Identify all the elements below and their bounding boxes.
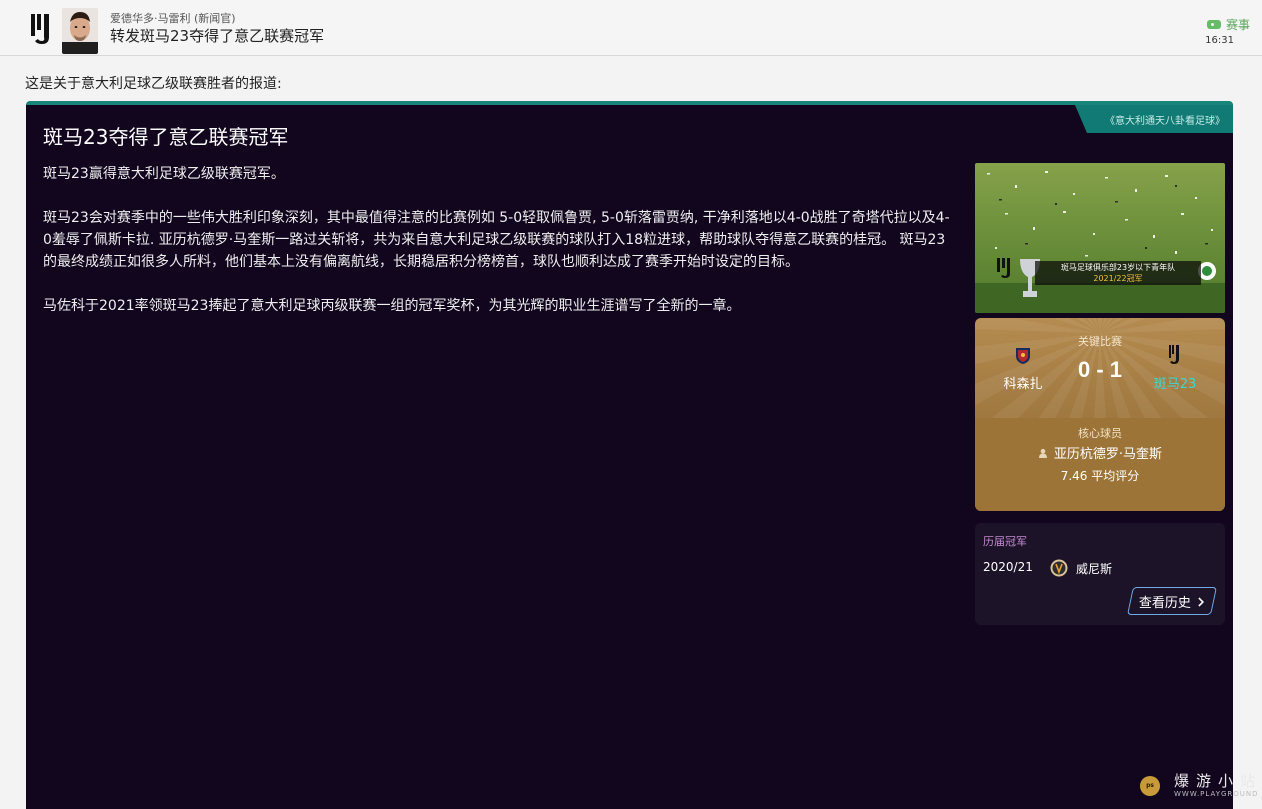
key-match-label: 关键比赛 (1078, 335, 1122, 348)
news-paragraph: 斑马23会对赛季中的一些伟大胜利印象深刻，其中最值得注意的比赛例如 5-0轻取佩… (43, 210, 950, 270)
trophy-celebration-image: 斑马足球俱乐部23岁以下青年队 2021/22冠军 (975, 163, 1225, 313)
stadium-pitch-icon (975, 163, 1225, 313)
tag-icon (1206, 20, 1221, 29)
message-subject: 转发斑马23夺得了意乙联赛冠军 (110, 27, 325, 45)
news-paragraph: 斑马23赢得意大利足球乙级联赛冠军。 (43, 166, 285, 182)
chevron-right-icon (1198, 596, 1205, 606)
news-source: 《意大利通天八卦看足球》 (1075, 105, 1233, 133)
view-history-label: 查看历史 (1138, 595, 1191, 611)
venezia-crest-icon (1050, 559, 1068, 577)
news-title: 斑马23夺得了意乙联赛冠军 (43, 125, 289, 149)
category-tag[interactable]: 赛事 (1206, 16, 1250, 33)
person-icon (1038, 448, 1047, 458)
watermark-badge-icon: ps (1140, 776, 1160, 796)
past-winner-club[interactable]: 威尼斯 (1076, 560, 1112, 577)
watermark-subtext: WWW.PLAYGROUND (1174, 790, 1259, 798)
view-history-button[interactable]: 查看历史 (1127, 587, 1217, 615)
trophy-caption-team: 斑马足球俱乐部23岁以下青年队 (1060, 263, 1176, 272)
intro-text: 这是关于意大利足球乙级联赛胜者的报道: (25, 76, 282, 92)
trophy-caption: 斑马足球俱乐部23岁以下青年队 2021/22冠军 (1035, 261, 1201, 285)
message-time: 16:31 (1205, 35, 1234, 46)
watermark-text: 爆游小站 (1174, 772, 1262, 790)
news-paragraph: 马佐科于2021率领斑马23捧起了意大利足球丙级联赛一组的冠军奖杯，为其光辉的职… (43, 298, 741, 314)
person-avatar-icon (62, 8, 98, 54)
away-team-name[interactable]: 斑马23 (1151, 373, 1199, 392)
key-player-label: 核心球员 (1078, 427, 1122, 440)
news-card: 《意大利通天八卦看足球》 斑马23夺得了意乙联赛冠军 斑马23赢得意大利足球乙级… (26, 101, 1233, 809)
key-player[interactable]: 亚历杭德罗·马奎斯 (975, 443, 1225, 462)
key-player-name[interactable]: 亚历杭德罗·马奎斯 (1054, 443, 1162, 462)
past-winners-panel: 历届冠军 2020/21 威尼斯 查看历史 (975, 523, 1225, 625)
past-winner-season: 2020/21 (983, 560, 1033, 574)
key-player-rating: 7.46 平均评分 (1060, 469, 1140, 483)
juventus-logo-icon (31, 14, 49, 44)
past-winners-title: 历届冠军 (983, 535, 1027, 548)
site-watermark: ps 爆游小站 WWW.PLAYGROUND (1138, 770, 1262, 806)
category-label: 赛事 (1225, 18, 1250, 32)
news-body: 斑马23赢得意大利足球乙级联赛冠军。 斑马23会对赛季中的一些伟大胜利印象深刻，… (43, 163, 958, 339)
trophy-caption-season: 2021/22冠军 (1093, 274, 1143, 283)
sender-name: 爱德华多·马雷利 (新闻官) (110, 12, 236, 25)
message-header: 爱德华多·马雷利 (新闻官) 转发斑马23夺得了意乙联赛冠军 赛事 16:31 (0, 0, 1262, 56)
key-match-panel[interactable]: 关键比赛 科森扎 0 - 1 斑马23 核心球员 亚历杭德罗·马奎斯 7.46 … (975, 318, 1225, 511)
